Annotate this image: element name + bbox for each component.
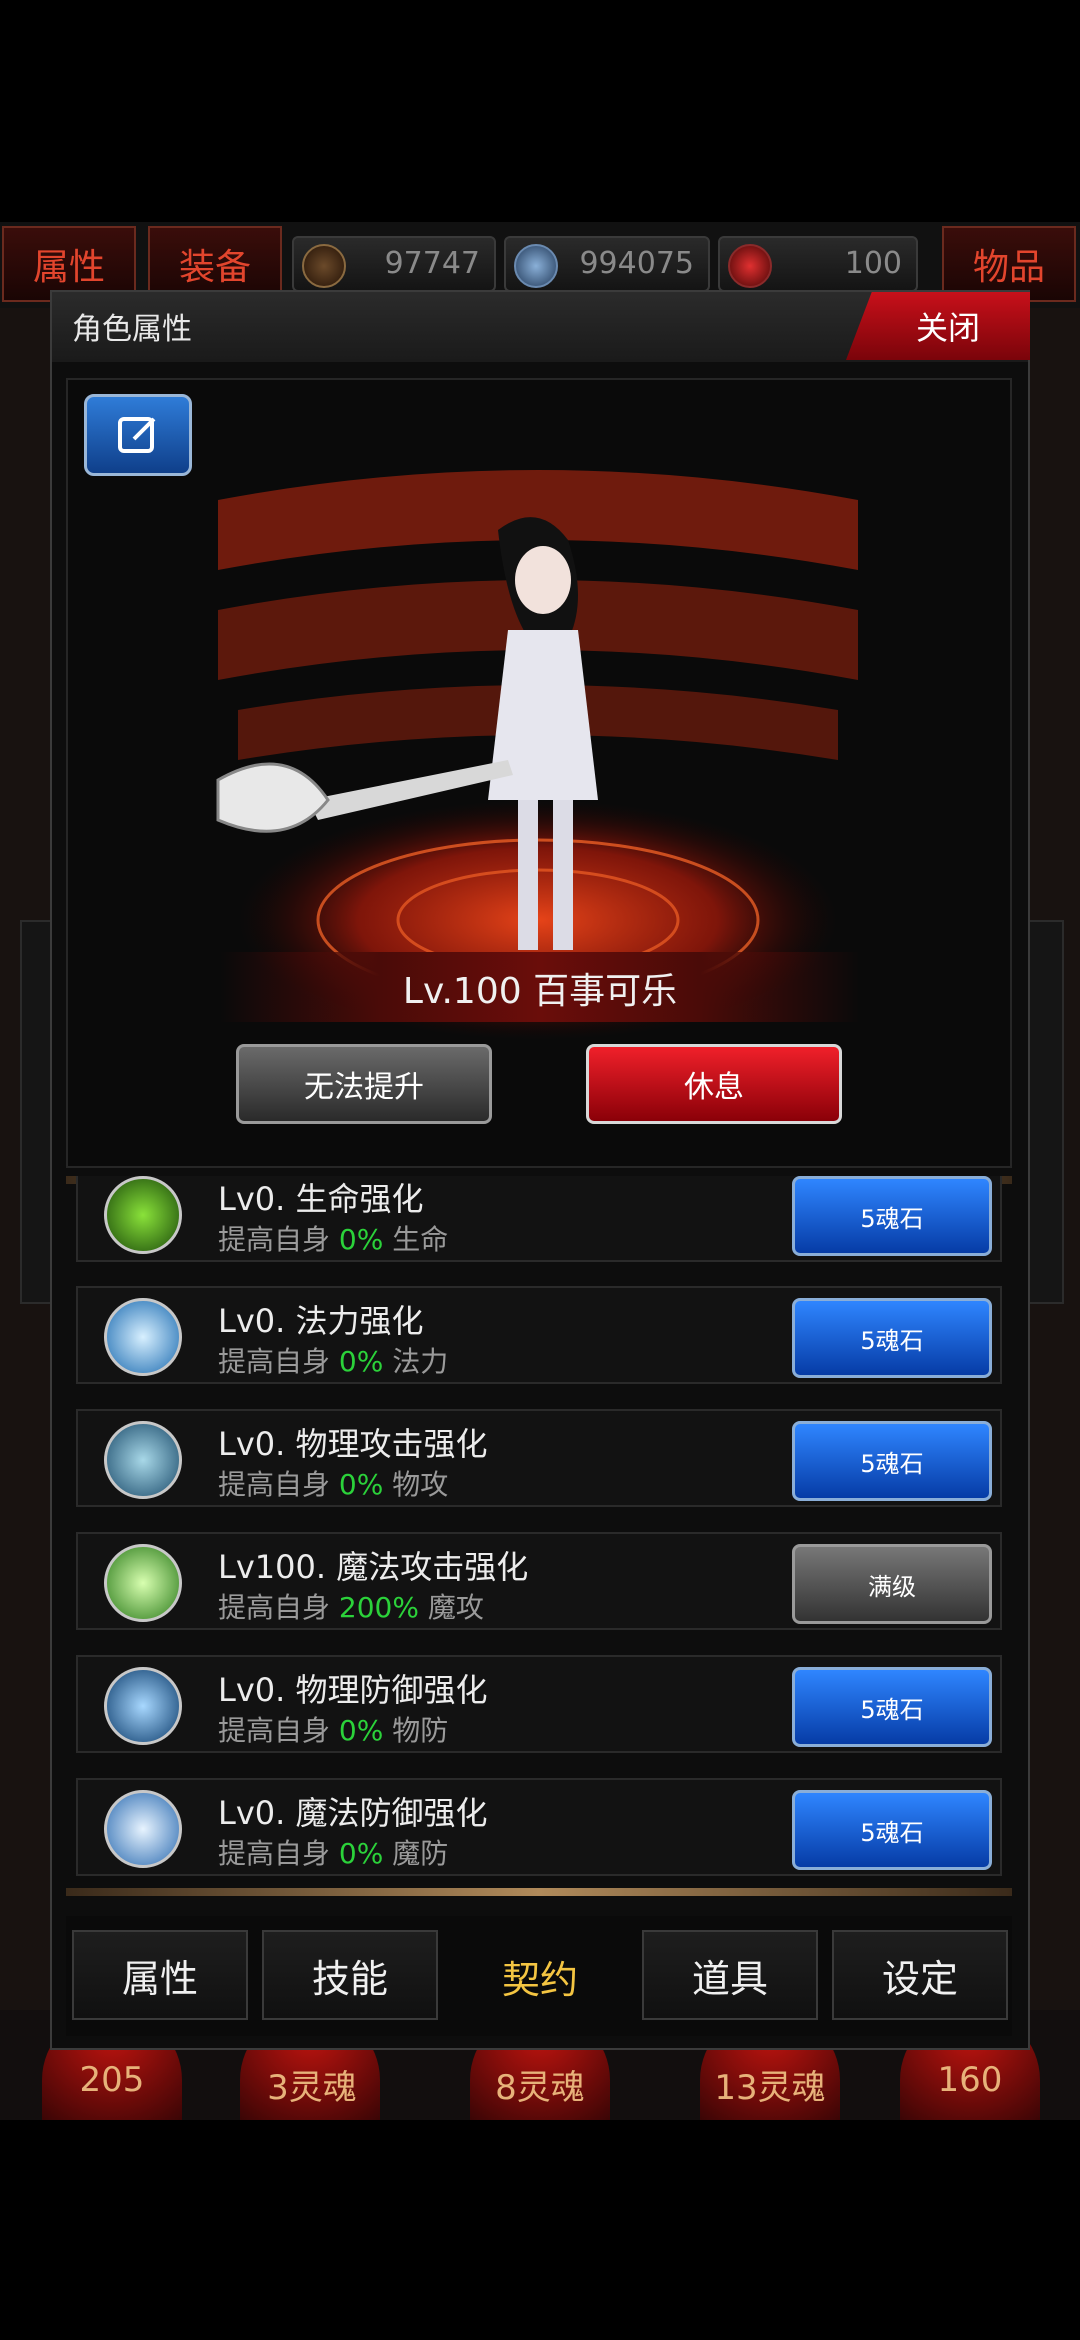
gold-value: 97747 <box>384 246 480 281</box>
character-stage-art <box>216 470 858 1040</box>
soul-resource: 994075 <box>504 236 710 292</box>
enhancement-name: Lv0. 魔法防御强化 <box>218 1794 488 1832</box>
desc-stat: 法力 <box>392 1345 449 1378</box>
red-crystal-icon <box>728 244 772 288</box>
desc-prefix: 提高自身 <box>218 1223 331 1256</box>
enhance-button[interactable]: 5魂石 <box>792 1667 992 1747</box>
desc-percent: 0% <box>338 1837 384 1870</box>
magic-defense-icon <box>104 1790 182 1868</box>
desc-stat: 生命 <box>392 1223 449 1256</box>
desc-prefix: 提高自身 <box>218 1837 331 1870</box>
life-enhance-icon <box>104 1176 182 1254</box>
enhancement-list[interactable]: Lv0. 生命强化 提高自身 0% 生命 5魂石 Lv0. 法力强化 提高自身 … <box>66 1176 1012 1896</box>
enhancement-row: Lv0. 物理防御强化 提高自身 0% 物防 5魂石 <box>76 1655 1002 1753</box>
gold-resource: 97747 <box>292 236 496 292</box>
desc-percent: 0% <box>338 1345 384 1378</box>
magic-attack-icon <box>104 1544 182 1622</box>
tab-items[interactable]: 道具 <box>642 1930 818 2020</box>
desc-prefix: 提高自身 <box>218 1345 331 1378</box>
skull-gem-icon <box>514 244 558 288</box>
desc-stat: 魔防 <box>392 1837 449 1870</box>
desc-stat: 物防 <box>392 1714 449 1747</box>
enhancement-name: Lv0. 生命强化 <box>218 1180 424 1218</box>
crystal-resource: 100 <box>718 236 918 292</box>
desc-stat: 魔攻 <box>427 1591 484 1624</box>
enhancement-desc: 提高自身 0% 生命 <box>218 1218 448 1258</box>
physical-attack-icon <box>104 1421 182 1499</box>
desc-percent: 0% <box>338 1468 384 1501</box>
max-level-button[interactable]: 满级 <box>792 1544 992 1624</box>
soul-value: 994075 <box>579 246 694 281</box>
close-label: 关闭 <box>915 309 980 347</box>
tab-contract[interactable]: 契约 <box>452 1916 628 2036</box>
desc-percent: 0% <box>338 1714 384 1747</box>
enhance-button[interactable]: 5魂石 <box>792 1298 992 1378</box>
dialog-tab-bar: 属性 技能 契约 道具 设定 <box>66 1916 1012 2036</box>
desc-prefix: 提高自身 <box>218 1591 331 1624</box>
tab-skills[interactable]: 技能 <box>262 1930 438 2020</box>
list-bottom-divider <box>66 1888 1012 1896</box>
gold-coin-icon <box>302 244 346 288</box>
rest-label: 休息 <box>684 1070 744 1105</box>
enhancement-row: Lv0. 生命强化 提高自身 0% 生命 5魂石 <box>76 1176 1002 1262</box>
orb-label: 205 <box>79 2060 145 2100</box>
desc-prefix: 提高自身 <box>218 1714 331 1747</box>
physical-defense-icon <box>104 1667 182 1745</box>
desc-stat: 物攻 <box>392 1468 449 1501</box>
tab-settings[interactable]: 设定 <box>832 1930 1008 2020</box>
desc-prefix: 提高自身 <box>218 1468 331 1501</box>
enhancement-desc: 提高自身 0% 法力 <box>218 1340 448 1380</box>
edit-button[interactable] <box>84 394 192 476</box>
character-name: Lv.100 百事可乐 <box>402 971 678 1012</box>
orb-label: 160 <box>937 2060 1003 2100</box>
tab-attributes[interactable]: 属性 <box>72 1930 248 2020</box>
crystal-value: 100 <box>844 246 902 281</box>
enhance-button[interactable]: 5魂石 <box>792 1790 992 1870</box>
close-button[interactable]: 关闭 <box>846 292 1030 360</box>
edit-icon <box>118 417 156 453</box>
desc-percent: 0% <box>338 1223 384 1256</box>
enhancement-desc: 提高自身 0% 魔防 <box>218 1832 448 1872</box>
orb-label: 3灵魂 <box>267 2068 357 2108</box>
enhancement-desc: 提高自身 0% 物攻 <box>218 1463 448 1503</box>
character-showcase <box>66 378 1012 1168</box>
enhancement-name: Lv0. 物理攻击强化 <box>218 1425 488 1463</box>
enhancement-row: Lv0. 物理攻击强化 提高自身 0% 物攻 5魂石 <box>76 1409 1002 1507</box>
enhancement-row: Lv100. 魔法攻击强化 提高自身 200% 魔攻 满级 <box>76 1532 1002 1630</box>
orb-label: 8灵魂 <box>495 2068 585 2108</box>
enhancement-name: Lv100. 魔法攻击强化 <box>218 1548 529 1586</box>
enhancement-name: Lv0. 物理防御强化 <box>218 1671 488 1709</box>
enhancement-row: Lv0. 法力强化 提高自身 0% 法力 5魂石 <box>76 1286 1002 1384</box>
enhancement-row: Lv0. 魔法防御强化 提高自身 0% 魔防 5魂石 <box>76 1778 1002 1876</box>
upgrade-button[interactable]: 无法提升 <box>236 1044 492 1124</box>
enhancement-desc: 提高自身 200% 魔攻 <box>218 1586 484 1626</box>
desc-percent: 200% <box>338 1591 419 1624</box>
enhancement-name: Lv0. 法力强化 <box>218 1302 424 1340</box>
enhancement-desc: 提高自身 0% 物防 <box>218 1709 448 1749</box>
enhance-button[interactable]: 5魂石 <box>792 1421 992 1501</box>
rest-button[interactable]: 休息 <box>586 1044 842 1124</box>
enhance-button[interactable]: 5魂石 <box>792 1176 992 1256</box>
orb-label: 13灵魂 <box>714 2068 826 2108</box>
mana-enhance-icon <box>104 1298 182 1376</box>
dialog-title: 角色属性 <box>72 312 192 347</box>
upgrade-label: 无法提升 <box>304 1070 424 1105</box>
